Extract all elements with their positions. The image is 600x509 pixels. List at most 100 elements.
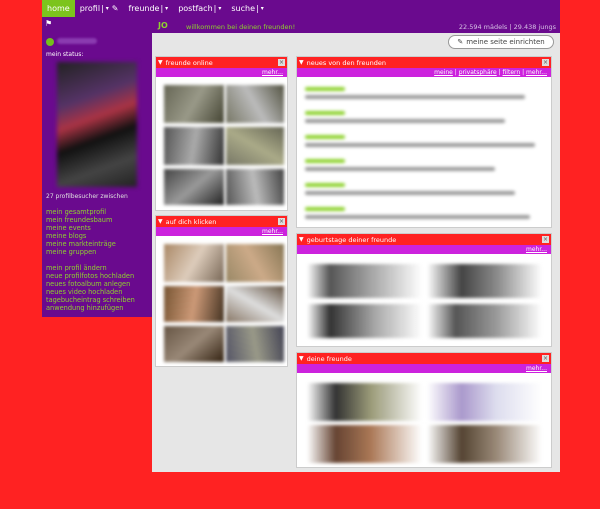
panel-birthdays: ▼ geburtstage deiner freunde × mehr... (296, 233, 552, 347)
panel-header: ▼ neues von den freunden × (297, 57, 551, 68)
sidebar-link[interactable]: anwendung hinzufügen (46, 304, 135, 312)
sidebar-link[interactable]: mein profil ändern (46, 264, 135, 272)
chevron-down-icon[interactable]: ▾ (106, 5, 109, 12)
nav-suche[interactable]: suche | ▾ (226, 0, 268, 17)
panel-news: ▼ neues von den freunden × meine | privats… (296, 56, 552, 228)
news-text (305, 167, 495, 171)
nav-profil[interactable]: profil | ▾ ✎ (75, 0, 124, 17)
close-icon[interactable]: × (542, 59, 549, 66)
visitor-photo[interactable] (164, 244, 224, 282)
news-text (305, 191, 515, 195)
sidebar-link[interactable]: meine events (46, 224, 135, 232)
friend-photo[interactable] (427, 383, 542, 421)
friend-photo[interactable] (164, 127, 224, 165)
sidebar-link[interactable]: neue profilfotos hochladen (46, 272, 135, 280)
visitor-photo[interactable] (164, 326, 224, 362)
more-link[interactable]: mehr... (262, 69, 283, 76)
left-sidebar: ⚑ mein status: 27 profilbesucher zwische… (42, 17, 152, 317)
nav-freunde-label: freunde (128, 4, 160, 13)
profile-photo[interactable] (57, 62, 137, 187)
panel-header: ▼ geburtstage deiner freunde × (297, 234, 551, 245)
close-icon[interactable]: × (278, 59, 285, 66)
news-filter-link[interactable]: filtern (503, 69, 521, 76)
nav-separator: | (101, 4, 104, 13)
nav-postfach[interactable]: postfach | ▾ (173, 0, 226, 17)
collapse-icon[interactable]: ▼ (299, 59, 304, 66)
close-icon[interactable]: × (278, 218, 285, 225)
news-entry[interactable] (305, 111, 345, 115)
close-icon[interactable]: × (542, 236, 549, 243)
sidebar-link[interactable]: neues fotoalbum anlegen (46, 280, 135, 288)
nav-separator: | (256, 4, 259, 13)
panel-header: ▼ freunde online × (156, 57, 287, 68)
news-entry[interactable] (305, 207, 345, 211)
friend-photo[interactable] (427, 425, 542, 463)
sidebar-link[interactable]: mein freundesbaum (46, 216, 135, 224)
news-text (305, 95, 525, 99)
birthday-friend-photo[interactable] (307, 264, 422, 298)
friend-photo[interactable] (307, 425, 422, 463)
brand-logo[interactable]: JO (158, 21, 168, 30)
welcome-header: JO willkommen bei deinen freunden! 22.59… (152, 17, 560, 33)
visitor-photo[interactable] (226, 286, 284, 322)
birthday-friend-photo[interactable] (307, 304, 422, 338)
collapse-icon[interactable]: ▼ (299, 236, 304, 243)
panel-subbar: mehr... (156, 68, 287, 77)
friend-photo[interactable] (307, 383, 422, 421)
member-stats: 22.594 mädels | 29.438 jungs (458, 23, 556, 31)
chevron-down-icon[interactable]: ▾ (261, 5, 264, 12)
collapse-icon[interactable]: ▼ (158, 59, 163, 66)
news-entry[interactable] (305, 87, 345, 91)
nav-freunde[interactable]: freunde | ▾ (123, 0, 173, 17)
chevron-down-icon[interactable]: ▾ (165, 5, 168, 12)
news-entry[interactable] (305, 135, 345, 139)
news-entry[interactable] (305, 159, 345, 163)
site-logo-icon[interactable]: ⚑ (45, 19, 52, 28)
panel-your-friends: ▼ deine freunde × mehr... (296, 352, 552, 468)
collapse-icon[interactable]: ▼ (158, 218, 163, 225)
visitor-count: 27 profilbesucher zwischen (46, 193, 128, 200)
setup-page-button[interactable]: ✎ meine seite einrichten (448, 35, 554, 49)
chevron-down-icon[interactable]: ▾ (218, 5, 221, 12)
sidebar-link[interactable]: tagebucheintrag schreiben (46, 296, 135, 304)
birthday-friend-photo[interactable] (427, 264, 542, 298)
nav-separator: | (213, 4, 217, 13)
visitor-photo[interactable] (226, 326, 284, 362)
friend-photo[interactable] (164, 85, 224, 123)
panel-title: auf dich klicken (165, 217, 217, 226)
more-link[interactable]: mehr... (262, 228, 283, 235)
news-filter-mine-link[interactable]: meine (434, 69, 453, 76)
news-text (305, 119, 505, 123)
nav-home[interactable]: home (42, 0, 75, 17)
pencil-icon[interactable]: ✎ (112, 4, 119, 13)
panel-subbar: mehr... (297, 245, 551, 254)
friend-photo[interactable] (164, 169, 224, 205)
nav-postfach-label: postfach (178, 4, 213, 13)
birthday-friend-photo[interactable] (427, 304, 542, 338)
sidebar-link[interactable]: mein gesamtprofil (46, 208, 135, 216)
more-link[interactable]: mehr... (526, 365, 547, 372)
more-link[interactable]: mehr... (526, 69, 547, 76)
visitor-photo[interactable] (164, 286, 224, 322)
sidebar-link[interactable]: meine markteinträge (46, 240, 135, 248)
panel-header: ▼ auf dich klicken × (156, 216, 287, 227)
close-icon[interactable]: × (542, 355, 549, 362)
news-entry[interactable] (305, 183, 345, 187)
panel-friends-online: ▼ freunde online × mehr... (155, 56, 288, 211)
friend-photo[interactable] (226, 85, 284, 123)
sidebar-link[interactable]: neues video hochladen (46, 288, 135, 296)
more-link[interactable]: mehr... (526, 246, 547, 253)
friend-photo[interactable] (226, 169, 284, 205)
nav-suche-label: suche (231, 4, 256, 13)
sidebar-link[interactable]: meine blogs (46, 232, 135, 240)
panel-title: neues von den freunden (306, 58, 386, 67)
welcome-text: willkommen bei deinen freunden! (186, 23, 296, 31)
news-text (305, 143, 535, 147)
news-privacy-link[interactable]: privatsphäre (459, 69, 497, 76)
visitor-photo[interactable] (226, 244, 284, 282)
collapse-icon[interactable]: ▼ (299, 355, 304, 362)
setup-page-label: meine seite einrichten (466, 38, 545, 46)
friend-photo[interactable] (226, 127, 284, 165)
sidebar-link[interactable]: meine gruppen (46, 248, 135, 256)
